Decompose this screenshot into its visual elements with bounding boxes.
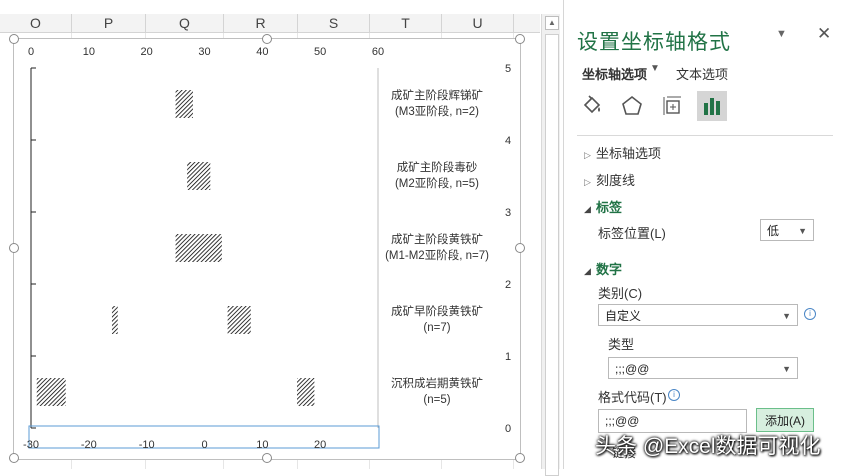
right-axis-tick-label: 2	[505, 279, 511, 291]
range-bar	[187, 162, 211, 190]
tab-axis-options[interactable]: 坐标轴选项	[582, 64, 647, 83]
bottom-axis-tick-label: 0	[201, 439, 207, 451]
right-axis-tick-label: 0	[505, 423, 511, 435]
pentagon-effects-icon[interactable]	[617, 91, 647, 121]
bottom-axis-tick-label: -20	[81, 439, 97, 451]
tab-text-options[interactable]: 文本选项	[676, 64, 728, 83]
category-label: 类别(C)	[598, 286, 643, 301]
category-label-line2: (M3亚阶段, n=2)	[395, 104, 479, 118]
chevron-down-icon[interactable]: ▼	[650, 63, 660, 74]
category-value: 自定义	[605, 309, 642, 323]
size-properties-icon[interactable]	[657, 91, 687, 121]
range-bar	[297, 378, 315, 406]
section-labels[interactable]: ◢ 标签	[584, 197, 622, 216]
bottom-axis-tick-label: 10	[256, 439, 268, 451]
vertical-scrollbar[interactable]: ▲	[541, 14, 560, 476]
category-label-line1: 成矿主阶段辉锑矿	[391, 88, 483, 102]
top-axis-tick-label: 40	[256, 46, 268, 58]
label-position-value: 低	[767, 224, 780, 238]
range-bar	[111, 306, 118, 334]
scroll-thumb[interactable]	[545, 34, 559, 476]
top-axis-tick-label: 10	[83, 46, 95, 58]
category-label-line2: (n=7)	[423, 322, 450, 334]
chevron-down-icon: ◢	[584, 204, 591, 214]
watermark-text: 头条 @Excel数据可视化	[595, 435, 821, 458]
chevron-right-icon: ▷	[584, 150, 591, 160]
top-axis-tick-label: 30	[198, 46, 210, 58]
bottom-axis-tick-label: -30	[23, 439, 39, 451]
format-code-label: 格式代码(T)	[598, 390, 667, 405]
category-label-line1: 成矿主阶段黄铁矿	[391, 232, 483, 246]
section-number[interactable]: ◢ 数字	[584, 259, 622, 278]
section-tick-marks[interactable]: ▷ 刻度线	[584, 170, 635, 189]
top-axis-tick-label: 20	[141, 46, 153, 58]
top-axis-tick-label: 50	[314, 46, 326, 58]
right-axis-tick-label: 1	[505, 351, 511, 363]
pane-divider	[577, 135, 833, 136]
chevron-down-icon: ▼	[782, 364, 791, 374]
top-axis-tick-label: 60	[372, 46, 384, 58]
category-select[interactable]: 自定义 ▼	[598, 304, 798, 326]
category-label-line2: (M2亚阶段, n=5)	[395, 176, 479, 190]
info-icon[interactable]: i	[668, 389, 680, 401]
bottom-axis-tick-label: 20	[314, 439, 326, 451]
right-axis-tick-label: 3	[505, 207, 511, 219]
range-bar	[227, 306, 251, 334]
fill-bucket-icon[interactable]	[577, 91, 607, 121]
format-code-value: ;;;@@	[605, 414, 640, 428]
bar-chart-icon[interactable]	[697, 91, 727, 121]
top-axis-tick-label: 0	[28, 46, 34, 58]
add-button[interactable]: 添加(A)	[756, 408, 814, 432]
label-position-label: 标签位置(L)	[598, 226, 666, 241]
category-label-line1: 成矿主阶段毒砂	[397, 160, 478, 174]
label-position-select[interactable]: 低 ▼	[760, 219, 814, 241]
info-icon[interactable]: i	[804, 308, 816, 320]
right-axis-tick-label: 5	[505, 63, 511, 75]
section-axis-options[interactable]: ▷ 坐标轴选项	[584, 143, 661, 162]
chevron-right-icon: ▷	[584, 177, 591, 187]
type-value: ;;;@@	[615, 362, 650, 376]
type-label: 类型	[608, 337, 635, 352]
pane-title: 设置坐标轴格式	[577, 31, 731, 54]
range-bar	[36, 378, 66, 406]
format-axis-pane: 设置坐标轴格式 ▼ ✕ 坐标轴选项 ▼ 文本选项 ▷ 坐标轴选项 ▷ 刻度线 ◢ 标签…	[563, 0, 841, 469]
type-select[interactable]: ;;;@@ ▼	[608, 357, 798, 379]
chevron-down-icon: ▼	[798, 226, 807, 236]
scroll-up-icon[interactable]: ▲	[545, 16, 559, 30]
pane-options-chevron-icon[interactable]: ▼	[776, 28, 787, 40]
range-bar	[175, 234, 222, 262]
chevron-down-icon: ▼	[782, 311, 791, 321]
category-label-line2: (n=5)	[423, 394, 450, 406]
category-label-line1: 沉积成岩期黄铁矿	[391, 376, 483, 390]
right-axis-tick-label: 4	[505, 135, 511, 147]
category-label-line2: (M1-M2亚阶段, n=7)	[385, 248, 489, 262]
close-icon[interactable]: ✕	[817, 24, 831, 44]
range-bar-chart[interactable]: 0 10 20 30 40 50 60 -30 -20 -10 0 10 20 543210 成矿主阶…	[0, 0, 541, 469]
bottom-axis-tick-label: -10	[139, 439, 155, 451]
category-label-line1: 成矿早阶段黄铁矿	[391, 304, 483, 318]
range-bar	[175, 90, 193, 118]
chevron-down-icon: ◢	[584, 266, 591, 276]
